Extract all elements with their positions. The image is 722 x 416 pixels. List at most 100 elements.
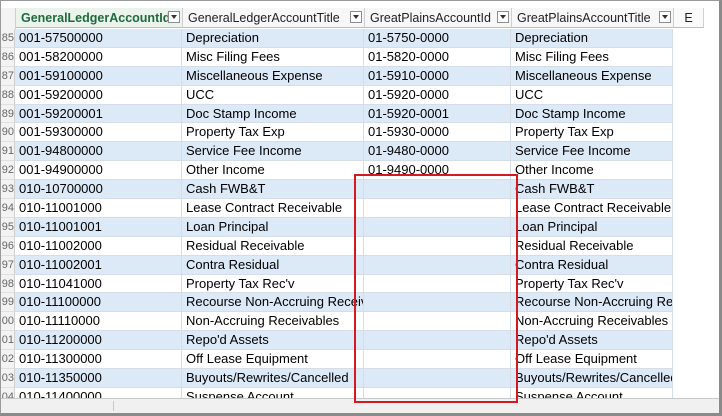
cell-gp-account-title[interactable]: Non-Accruing Receivables (511, 312, 673, 332)
cell-gl-account-id[interactable]: 010-11002000 (15, 236, 182, 256)
cell-gp-account-title[interactable]: Buyouts/Rewrites/Cancelled (511, 369, 673, 388)
row-number[interactable]: 90 (1, 123, 15, 143)
table-row: 03 010-11350000 Buyouts/Rewrites/Cancelled… (1, 369, 673, 388)
row-number[interactable]: 85 (1, 29, 15, 48)
cell-gl-account-id[interactable]: 001-57500000 (15, 29, 182, 48)
cell-gl-account-id[interactable]: 001-59100000 (15, 66, 182, 86)
row-number[interactable]: 89 (1, 104, 15, 124)
cell-gl-account-title[interactable]: Buyouts/Rewrites/Cancelled (182, 369, 364, 388)
table-row: 85 001-57500000 Depreciation 01-5750-0000 De… (1, 29, 673, 48)
cell-gl-account-title[interactable]: Residual Receivable (182, 236, 364, 256)
cell-gp-account-title[interactable]: Depreciation (511, 29, 673, 48)
cell-gl-account-id[interactable]: 010-11041000 (15, 274, 182, 294)
cell-gp-account-title[interactable]: Residual Receivable (511, 236, 673, 256)
column-header-gp-account-id[interactable]: GreatPlainsAccountId (365, 8, 512, 28)
cell-gp-account-id[interactable]: 01-5750-0000 (364, 29, 511, 48)
cell-gl-account-title[interactable]: Recourse Non-Accruing Receiv (182, 293, 364, 313)
cell-gp-account-id[interactable]: 01-5920-0000 (364, 85, 511, 105)
cell-gl-account-title[interactable]: UCC (182, 85, 364, 105)
cell-gl-account-title[interactable]: Loan Principal (182, 217, 364, 237)
sheet-grid: GeneralLedgerAccountId GeneralLedgerAcco… (1, 1, 719, 413)
row-number[interactable]: 01 (1, 331, 15, 351)
cell-gp-account-title[interactable]: Cash FWB&T (511, 180, 673, 200)
cell-gp-account-title[interactable]: Misc Filing Fees (511, 47, 673, 67)
cell-gp-account-id[interactable]: 01-9480-0000 (364, 142, 511, 162)
row-number[interactable]: 00 (1, 312, 15, 332)
cell-gp-account-title[interactable]: Loan Principal (511, 217, 673, 237)
cell-gl-account-title[interactable]: Cash FWB&T (182, 180, 364, 200)
cell-gl-account-title[interactable]: Non-Accruing Receivables (182, 312, 364, 332)
cell-gp-account-title[interactable]: Property Tax Exp (511, 123, 673, 143)
cell-gl-account-id[interactable]: 001-94800000 (15, 142, 182, 162)
table-row: 91 001-94800000 Service Fee Income 01-9480-… (1, 142, 673, 162)
spreadsheet-window: GeneralLedgerAccountId GeneralLedgerAcco… (0, 0, 722, 416)
cell-gl-account-id[interactable]: 010-11350000 (15, 369, 182, 388)
cell-gl-account-id[interactable]: 001-59300000 (15, 123, 182, 143)
row-number[interactable]: 98 (1, 274, 15, 294)
cell-gp-account-title[interactable]: Miscellaneous Expense (511, 66, 673, 86)
cell-gl-account-title[interactable]: Off Lease Equipment (182, 350, 364, 370)
cell-gp-account-title[interactable]: UCC (511, 85, 673, 105)
row-number[interactable]: 92 (1, 161, 15, 181)
cell-gl-account-title[interactable]: Depreciation (182, 29, 364, 48)
row-number[interactable]: 97 (1, 255, 15, 275)
cell-gl-account-title[interactable]: Other Income (182, 161, 364, 181)
row-number[interactable]: 88 (1, 85, 15, 105)
cell-gl-account-id[interactable]: 010-11300000 (15, 350, 182, 370)
row-number[interactable]: 91 (1, 142, 15, 162)
cell-gl-account-title[interactable]: Miscellaneous Expense (182, 66, 364, 86)
cell-gp-account-title[interactable]: Service Fee Income (511, 142, 673, 162)
cell-gl-account-title[interactable]: Misc Filing Fees (182, 47, 364, 67)
row-number[interactable]: 03 (1, 369, 15, 388)
cell-gl-account-title[interactable]: Property Tax Exp (182, 123, 364, 143)
cell-gl-account-title[interactable]: Property Tax Rec'v (182, 274, 364, 294)
cell-gp-account-title[interactable]: Contra Residual (511, 255, 673, 275)
cell-gl-account-id[interactable]: 001-58200000 (15, 47, 182, 67)
cell-gp-account-id[interactable]: 01-5820-0000 (364, 47, 511, 67)
row-number[interactable]: 99 (1, 293, 15, 313)
cell-gl-account-title[interactable]: Repo'd Assets (182, 331, 364, 351)
cell-gp-account-id[interactable]: 01-5930-0000 (364, 123, 511, 143)
cell-gl-account-title[interactable]: Lease Contract Receivable (182, 199, 364, 218)
cell-gl-account-id[interactable]: 001-59200001 (15, 104, 182, 124)
cell-gl-account-id[interactable]: 010-11110000 (15, 312, 182, 332)
filter-dropdown-icon[interactable] (168, 11, 180, 23)
filter-dropdown-icon[interactable] (497, 11, 509, 23)
cell-gp-account-title[interactable]: Lease Contract Receivable (511, 199, 673, 218)
cell-gl-account-id[interactable]: 001-94900000 (15, 161, 182, 181)
row-number[interactable]: 86 (1, 47, 15, 67)
column-header-gl-account-id[interactable]: GeneralLedgerAccountId (16, 8, 183, 28)
row-number[interactable]: 96 (1, 236, 15, 256)
cell-gl-account-id[interactable]: 001-59200000 (15, 85, 182, 105)
row-number[interactable]: 94 (1, 199, 15, 218)
cell-gp-account-title[interactable]: Property Tax Rec'v (511, 274, 673, 294)
cell-gp-account-id[interactable]: 01-5920-0001 (364, 104, 511, 124)
cell-gp-account-title[interactable]: Other Income (511, 161, 673, 181)
column-header-e[interactable]: E (674, 8, 704, 28)
cell-gp-account-title[interactable]: Doc Stamp Income (511, 104, 673, 124)
table-row: 89 001-59200001 Doc Stamp Income 01-5920-00… (1, 104, 673, 124)
column-header-label: GeneralLedgerAccountTitle (188, 11, 340, 25)
cell-gl-account-title[interactable]: Doc Stamp Income (182, 104, 364, 124)
cell-gl-account-id[interactable]: 010-11002001 (15, 255, 182, 275)
cell-gp-account-title[interactable]: Off Lease Equipment (511, 350, 673, 370)
filter-dropdown-icon[interactable] (659, 11, 671, 23)
column-header-gp-account-title[interactable]: GreatPlainsAccountTitle (512, 8, 674, 28)
cell-gl-account-id[interactable]: 010-11100000 (15, 293, 182, 313)
row-number[interactable]: 95 (1, 217, 15, 237)
cell-gl-account-id[interactable]: 010-11001000 (15, 199, 182, 218)
cell-gl-account-title[interactable]: Service Fee Income (182, 142, 364, 162)
filter-dropdown-icon[interactable] (350, 11, 362, 23)
cell-gp-account-title[interactable]: Repo'd Assets (511, 331, 673, 351)
cell-gl-account-id[interactable]: 010-10700000 (15, 180, 182, 200)
row-number[interactable]: 93 (1, 180, 15, 200)
cell-gl-account-id[interactable]: 010-11001001 (15, 217, 182, 237)
cell-gl-account-title[interactable]: Contra Residual (182, 255, 364, 275)
cell-gl-account-id[interactable]: 010-11200000 (15, 331, 182, 351)
cell-gp-account-id[interactable]: 01-5910-0000 (364, 66, 511, 86)
row-number[interactable]: 87 (1, 66, 15, 86)
column-header-label: E (684, 11, 693, 25)
row-number[interactable]: 02 (1, 350, 15, 370)
column-header-gl-account-title[interactable]: GeneralLedgerAccountTitle (183, 8, 365, 28)
cell-gp-account-title[interactable]: Recourse Non-Accruing Receiv (511, 293, 673, 313)
